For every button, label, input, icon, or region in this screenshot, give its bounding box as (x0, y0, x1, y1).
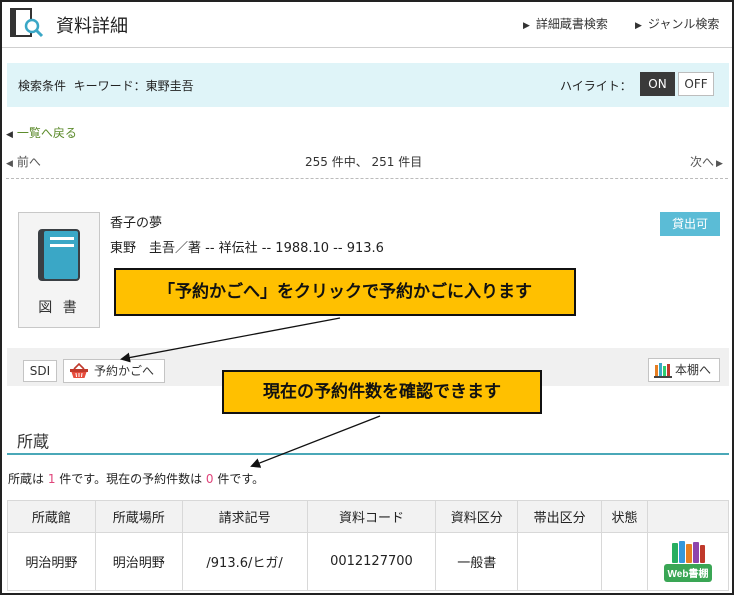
cell-category: 一般書 (435, 532, 519, 591)
cell-call-number: /913.6/ヒガ/ (181, 532, 308, 591)
highlight-on-button[interactable]: ON (640, 72, 675, 96)
back-to-list-label: 一覧へ戻る (16, 126, 77, 140)
column-header: 所蔵館 (7, 500, 96, 533)
next-label: 次へ (690, 155, 715, 169)
basket-icon (70, 363, 88, 378)
web-bookshelf-icon[interactable]: Web書棚 (662, 540, 714, 584)
holdings-title: 所蔵 (17, 432, 50, 451)
search-condition-bar: 検索条件 キーワード：東野圭吾 ハイライト： ON OFF (7, 63, 729, 107)
cell-location: 明治明野 (94, 532, 183, 591)
column-header: 所蔵場所 (94, 500, 183, 533)
prev-label: 前へ (16, 155, 41, 169)
book-icon (38, 229, 80, 281)
document-search-icon (10, 8, 44, 38)
page-header: 資料詳細 ▶ 詳細蔵書検索 ▶ ジャンル検索 (2, 2, 732, 48)
cart-instruction-callout: 「予約かごへ」をクリックで予約かごに入ります (114, 268, 576, 316)
page-title: 資料詳細 (56, 16, 128, 37)
cell-state (601, 532, 648, 591)
record-title: 香子の夢 (110, 216, 163, 231)
result-position: 255 件中、 251 件目 (305, 155, 423, 169)
prev-link[interactable]: ◀ 前へ (6, 153, 41, 170)
genre-search-label: ジャンル検索 (647, 17, 720, 31)
triangle-right-icon: ▶ (523, 21, 530, 31)
table-header-row: 所蔵館 所蔵場所 請求記号 資料コード 資料区分 帯出区分 状態 (7, 500, 729, 533)
holdings-divider (7, 453, 729, 455)
add-to-cart-label: 予約かごへ (94, 364, 155, 378)
material-type-box: 図 書 (18, 212, 100, 328)
triangle-left-icon: ◀ (6, 130, 13, 140)
page-frame: 資料詳細 ▶ 詳細蔵書検索 ▶ ジャンル検索 検索条件 キーワード：東野圭吾 ハイラ… (0, 0, 734, 595)
highlight-label: ハイライト： (560, 79, 632, 93)
web-bookshelf-label: Web書棚 (668, 567, 709, 580)
add-to-bookshelf-label: 本棚へ (675, 363, 712, 377)
add-to-bookshelf-button[interactable]: 本棚へ (648, 358, 720, 382)
material-type-label: 図 書 (38, 300, 80, 316)
holdings-table: 所蔵館 所蔵場所 請求記号 資料コード 資料区分 帯出区分 状態 明治明野 明治… (7, 500, 729, 591)
cell-loan-class (517, 532, 603, 591)
summary-text: 所蔵は (8, 472, 48, 486)
column-header: 資料区分 (435, 500, 519, 533)
search-condition-text: 検索条件 キーワード：東野圭吾 (18, 79, 194, 93)
bookshelf-icon (654, 363, 672, 378)
column-header: 状態 (601, 500, 648, 533)
summary-text: 件です。 (213, 472, 265, 486)
next-link[interactable]: 次へ ▶ (690, 153, 723, 170)
table-row: 明治明野 明治明野 /913.6/ヒガ/ 0012127700 一般書 Web書 (7, 532, 729, 591)
summary-text: 件です。現在の予約件数は (55, 472, 206, 486)
triangle-right-icon: ▶ (716, 159, 723, 169)
record-meta: 東野 圭吾／著 -- 祥伝社 -- 1988.10 -- 913.6 (110, 241, 384, 256)
highlight-off-button[interactable]: OFF (678, 72, 714, 96)
column-header: 帯出区分 (517, 500, 603, 533)
column-header: 請求記号 (181, 500, 308, 533)
holdings-summary: 所蔵は 1 件です。現在の予約件数は 0 件です。 (8, 470, 264, 487)
genre-search-link[interactable]: ▶ ジャンル検索 (635, 15, 719, 32)
column-header (647, 500, 729, 533)
sdi-button[interactable]: SDI (23, 360, 57, 382)
triangle-right-icon: ▶ (635, 21, 642, 31)
divider (6, 178, 728, 179)
reserve-count-arrow (250, 415, 381, 468)
add-to-cart-button[interactable]: 予約かごへ (63, 359, 165, 383)
status-badge: 貸出可 (660, 212, 720, 236)
cell-material-code: 0012127700 (306, 532, 437, 591)
back-to-list-link[interactable]: ◀ 一覧へ戻る (6, 124, 77, 141)
cell-library: 明治明野 (7, 532, 96, 591)
advanced-search-label: 詳細蔵書検索 (535, 17, 608, 31)
reserve-count-callout: 現在の予約件数を確認できます (222, 370, 542, 414)
advanced-search-link[interactable]: ▶ 詳細蔵書検索 (523, 15, 608, 32)
triangle-left-icon: ◀ (6, 159, 13, 169)
column-header: 資料コード (306, 500, 437, 533)
cell-web-shelf: Web書棚 (647, 532, 729, 591)
reserve-count: 0 (205, 472, 214, 486)
